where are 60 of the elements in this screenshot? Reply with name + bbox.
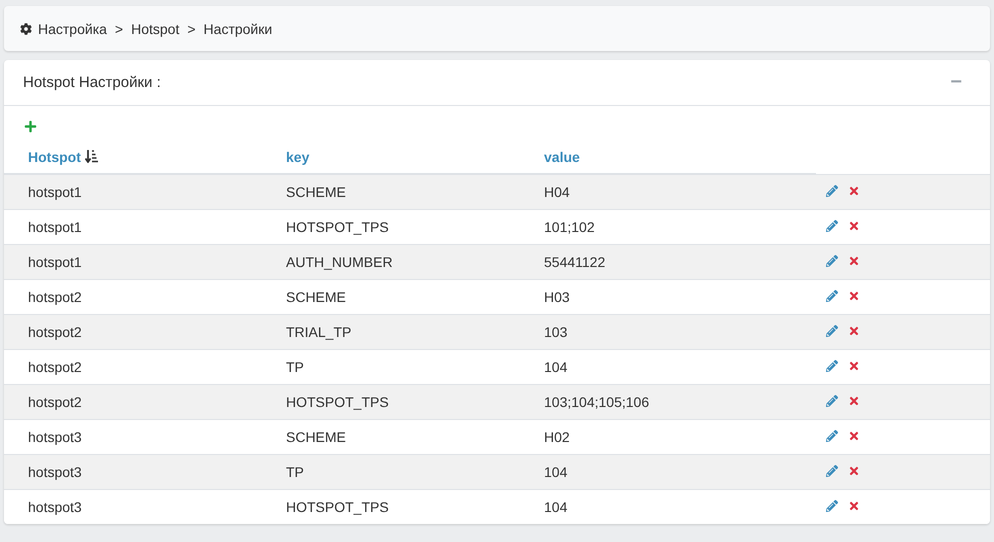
- edit-icon[interactable]: [826, 220, 838, 232]
- breadcrumb-item: Настройки: [204, 20, 272, 36]
- table-cell: hotspot2: [4, 314, 262, 349]
- table-cell: 104: [520, 454, 816, 489]
- delete-icon[interactable]: [848, 464, 860, 476]
- table-cell: 103;104;105;106: [520, 384, 816, 419]
- edit-icon[interactable]: [826, 430, 838, 442]
- table-cell: H02: [520, 419, 816, 454]
- table-cell: hotspot1: [4, 174, 262, 209]
- table-cell: HOTSPOT_TPS: [262, 209, 520, 244]
- delete-icon[interactable]: [848, 394, 860, 406]
- table-cell: SCHEME: [262, 174, 520, 209]
- table-cell: hotspot3: [4, 454, 262, 489]
- table-cell: 103: [520, 314, 816, 349]
- table-cell: TP: [262, 349, 520, 384]
- add-button[interactable]: [24, 120, 37, 133]
- table-cell: 55441122: [520, 244, 816, 279]
- table-cell: HOTSPOT_TPS: [262, 384, 520, 419]
- edit-icon[interactable]: [826, 254, 838, 266]
- table-cell: 101;102: [520, 209, 816, 244]
- edit-icon[interactable]: [826, 324, 838, 336]
- table-cell: 104: [520, 489, 816, 524]
- edit-icon[interactable]: [826, 464, 838, 476]
- breadcrumb-item[interactable]: Настройка: [38, 20, 107, 36]
- delete-icon[interactable]: [848, 184, 860, 196]
- table-cell: HOTSPOT_TPS: [262, 489, 520, 524]
- table-cell: hotspot2: [4, 384, 262, 419]
- table-cell: H03: [520, 279, 816, 314]
- table-cell: TRIAL_TP: [262, 314, 520, 349]
- table-cell: H04: [520, 174, 816, 209]
- delete-icon[interactable]: [848, 220, 860, 232]
- delete-icon[interactable]: [848, 324, 860, 336]
- table-cell: 104: [520, 349, 816, 384]
- collapse-button[interactable]: −: [950, 71, 962, 94]
- delete-icon[interactable]: [848, 500, 860, 512]
- gear-icon: [20, 22, 32, 34]
- table-cell: TP: [262, 454, 520, 489]
- panel-title: Hotspot Настройки :: [23, 74, 161, 91]
- edit-icon[interactable]: [826, 360, 838, 372]
- breadcrumb-separator: >: [114, 20, 124, 36]
- table-cell: SCHEME: [262, 279, 520, 314]
- sort-icon[interactable]: [84, 150, 98, 163]
- table-cell: hotspot3: [4, 489, 262, 524]
- table-cell: SCHEME: [262, 419, 520, 454]
- breadcrumb-separator: >: [187, 20, 196, 36]
- delete-icon[interactable]: [848, 360, 860, 372]
- edit-icon[interactable]: [826, 290, 838, 302]
- table-cell: hotspot3: [4, 419, 262, 454]
- edit-icon[interactable]: [826, 394, 838, 406]
- edit-icon[interactable]: [826, 184, 838, 196]
- table-cell: AUTH_NUMBER: [262, 244, 520, 279]
- delete-icon[interactable]: [848, 254, 860, 266]
- table-cell: hotspot1: [4, 244, 262, 279]
- breadcrumb-item[interactable]: Hotspot: [131, 20, 180, 36]
- delete-icon[interactable]: [848, 290, 860, 302]
- edit-icon[interactable]: [826, 500, 838, 512]
- delete-icon[interactable]: [848, 430, 860, 442]
- table-cell: hotspot2: [4, 349, 262, 384]
- table-cell: hotspot1: [4, 209, 262, 244]
- table-cell: hotspot2: [4, 279, 262, 314]
